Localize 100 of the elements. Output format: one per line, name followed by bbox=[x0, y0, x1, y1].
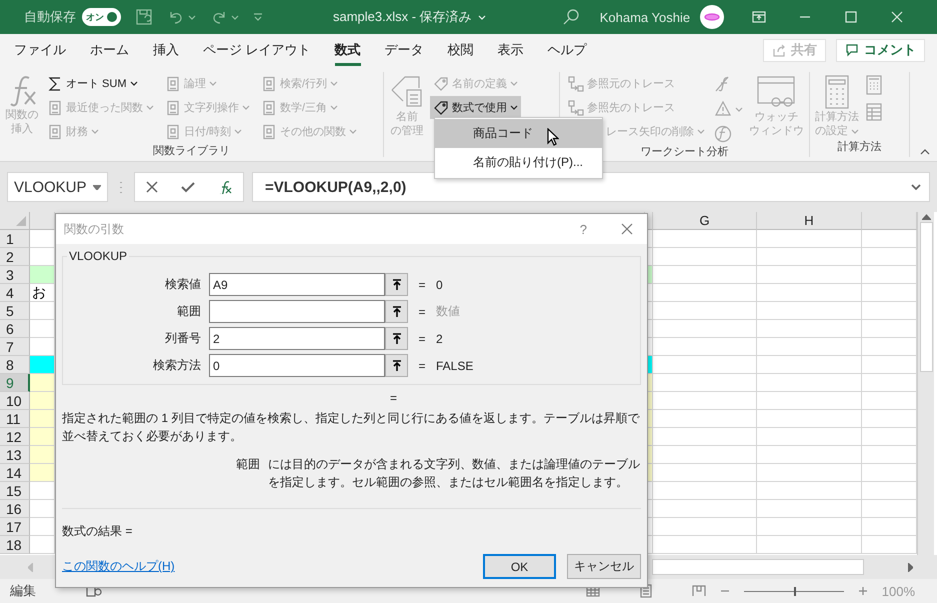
grid-cell[interactable] bbox=[653, 446, 757, 464]
collapse-dialog-button[interactable] bbox=[385, 300, 408, 323]
grid-cell[interactable] bbox=[757, 230, 862, 248]
grid-cell[interactable] bbox=[653, 518, 757, 536]
grid-cell[interactable] bbox=[653, 284, 757, 302]
cancel-button[interactable]: キャンセル bbox=[567, 554, 641, 579]
grid-cell[interactable] bbox=[30, 374, 55, 392]
horizontal-scrollbar[interactable] bbox=[652, 559, 864, 575]
ribbon-tab[interactable]: ページ レイアウト bbox=[203, 34, 311, 66]
row-header[interactable]: 1 bbox=[0, 230, 30, 248]
ribbon-button[interactable]: 数式で使用 bbox=[430, 96, 521, 119]
grid-cell[interactable] bbox=[653, 536, 757, 554]
argument-field[interactable]: 2 bbox=[209, 327, 385, 350]
row-header[interactable]: 7 bbox=[0, 338, 30, 356]
ok-button[interactable]: OK bbox=[483, 554, 556, 579]
grid-cell[interactable] bbox=[653, 392, 757, 410]
grid-cell[interactable] bbox=[757, 320, 862, 338]
argument-field[interactable]: A9 bbox=[209, 273, 385, 296]
grid-cell[interactable] bbox=[653, 248, 757, 266]
row-header[interactable]: 18 bbox=[0, 536, 30, 554]
grid-cell[interactable] bbox=[757, 392, 862, 410]
grid-cell[interactable] bbox=[757, 536, 862, 554]
column-header[interactable] bbox=[862, 212, 917, 230]
scrollbar-thumb[interactable] bbox=[920, 222, 932, 372]
ribbon-button[interactable]: オート SUM bbox=[44, 72, 157, 95]
row-header[interactable]: 3 bbox=[0, 266, 30, 284]
grid-cell[interactable] bbox=[30, 266, 55, 284]
help-button[interactable]: ? bbox=[580, 222, 587, 236]
formula-field[interactable]: =VLOOKUP(A9,,2,0) bbox=[252, 172, 930, 202]
grid-cell[interactable] bbox=[757, 248, 862, 266]
grid-cell[interactable] bbox=[757, 338, 862, 356]
autosave-toggle[interactable]: オン bbox=[82, 8, 121, 26]
grid-cell[interactable] bbox=[30, 338, 55, 356]
grid-cell[interactable] bbox=[757, 374, 862, 392]
comment-button[interactable]: コメント bbox=[836, 38, 925, 62]
grid-cell[interactable] bbox=[653, 230, 757, 248]
grid-cell[interactable]: お bbox=[30, 284, 55, 302]
row-header[interactable]: 17 bbox=[0, 518, 30, 536]
row-header[interactable]: 8 bbox=[0, 356, 30, 374]
grid-cell[interactable] bbox=[30, 482, 55, 500]
grid-cell[interactable] bbox=[653, 482, 757, 500]
name-box[interactable]: VLOOKUP bbox=[7, 172, 108, 202]
ribbon-icon-button[interactable] bbox=[864, 101, 884, 123]
ribbon-tab[interactable]: 表示 bbox=[498, 34, 524, 66]
row-header[interactable]: 10 bbox=[0, 392, 30, 410]
grid-cell[interactable] bbox=[757, 302, 862, 320]
grid-cell[interactable] bbox=[757, 428, 862, 446]
grid-cell[interactable] bbox=[757, 500, 862, 518]
avatar[interactable] bbox=[700, 5, 724, 29]
grid-cell[interactable] bbox=[653, 500, 757, 518]
column-header[interactable]: H bbox=[757, 212, 862, 230]
ribbon-tab[interactable]: ホーム bbox=[90, 34, 129, 66]
grid-cell[interactable] bbox=[30, 428, 55, 446]
grid-cell[interactable] bbox=[30, 230, 55, 248]
grid-cell[interactable] bbox=[757, 266, 862, 284]
grid-cell[interactable] bbox=[757, 284, 862, 302]
row-header[interactable]: 5 bbox=[0, 302, 30, 320]
grid-cell[interactable] bbox=[30, 320, 55, 338]
collapse-dialog-button[interactable] bbox=[385, 354, 408, 377]
ribbon-tab[interactable]: ファイル bbox=[14, 34, 66, 66]
grid-cell[interactable] bbox=[30, 536, 55, 554]
menu-item[interactable]: 名前の貼り付け(P)... bbox=[435, 148, 602, 177]
row-header[interactable]: 11 bbox=[0, 410, 30, 428]
grid-cell[interactable] bbox=[30, 392, 55, 410]
grid-cell[interactable] bbox=[757, 410, 862, 428]
collapse-dialog-button[interactable] bbox=[385, 273, 408, 296]
grid-cell[interactable] bbox=[653, 464, 757, 482]
grid-cell[interactable] bbox=[757, 446, 862, 464]
grid-cell[interactable] bbox=[30, 248, 55, 266]
argument-field[interactable]: 0 bbox=[209, 354, 385, 377]
ribbon-tab[interactable]: ヘルプ bbox=[548, 34, 587, 66]
grid-cell[interactable] bbox=[653, 302, 757, 320]
grid-cell[interactable] bbox=[30, 446, 55, 464]
row-header[interactable]: 4 bbox=[0, 284, 30, 302]
select-all-icon[interactable] bbox=[16, 216, 26, 226]
grid-cell[interactable] bbox=[653, 428, 757, 446]
row-header[interactable]: 12 bbox=[0, 428, 30, 446]
ribbon-tab[interactable]: データ bbox=[384, 34, 424, 66]
column-header[interactable] bbox=[30, 212, 55, 230]
argument-field[interactable] bbox=[209, 300, 385, 323]
collapse-dialog-button[interactable] bbox=[385, 327, 408, 350]
grid-cell[interactable] bbox=[757, 518, 862, 536]
grid-cell[interactable] bbox=[30, 464, 55, 482]
menu-item[interactable]: 商品コード bbox=[435, 119, 602, 148]
grid-cell[interactable] bbox=[30, 356, 55, 374]
zoom-slider-thumb[interactable] bbox=[794, 586, 796, 596]
row-header[interactable]: 6 bbox=[0, 320, 30, 338]
grid-cell[interactable] bbox=[653, 320, 757, 338]
grid-cell[interactable] bbox=[653, 356, 757, 374]
grid-cell[interactable] bbox=[653, 338, 757, 356]
row-header[interactable]: 13 bbox=[0, 446, 30, 464]
row-header[interactable]: 14 bbox=[0, 464, 30, 482]
ribbon-tab[interactable]: 挿入 bbox=[153, 34, 179, 66]
grid-cell[interactable] bbox=[757, 356, 862, 374]
ribbon-icon-button[interactable] bbox=[864, 74, 884, 96]
grid-cell[interactable] bbox=[30, 302, 55, 320]
row-header[interactable]: 15 bbox=[0, 482, 30, 500]
grid-cell[interactable] bbox=[30, 410, 55, 428]
grid-cell[interactable] bbox=[757, 464, 862, 482]
grid-cell[interactable] bbox=[30, 518, 55, 536]
